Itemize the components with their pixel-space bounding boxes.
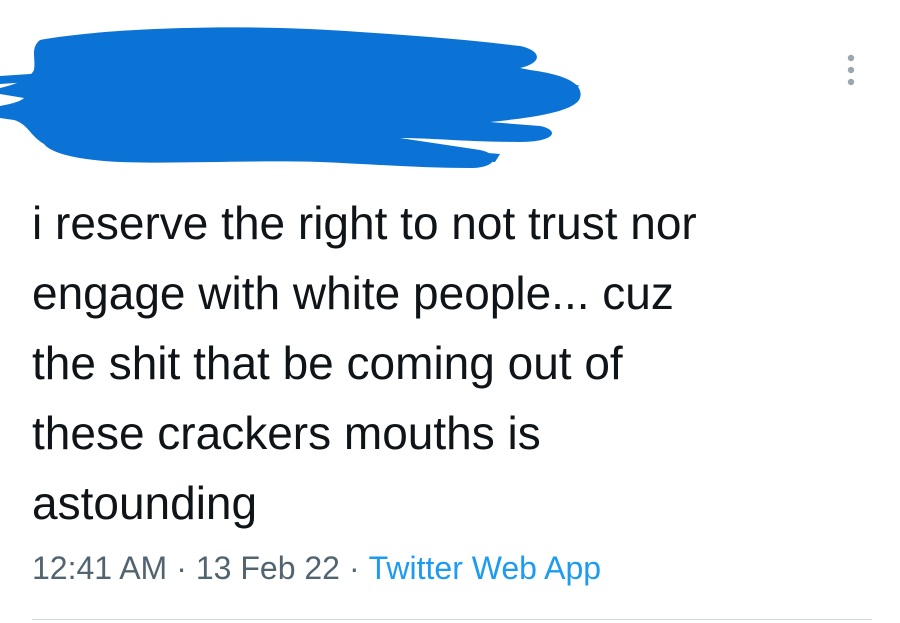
tweet-text-line: these crackers mouths is — [32, 407, 541, 459]
tweet-text-line: engage with white people... cuz — [32, 267, 674, 319]
meta-separator: · — [176, 550, 187, 586]
tweet-text: i reserve the right to not trust nor eng… — [32, 188, 872, 538]
divider — [32, 619, 872, 620]
tweet-date[interactable]: 13 Feb 22 — [196, 550, 340, 586]
redacted-user-info — [0, 18, 600, 178]
tweet-text-line: astounding — [32, 477, 258, 529]
tweet-meta: 12:41 AM · 13 Feb 22 · Twitter Web App — [32, 548, 601, 588]
tweet-time[interactable]: 12:41 AM — [32, 550, 167, 586]
tweet-text-line: the shit that be coming out of — [32, 337, 623, 389]
meta-separator: · — [348, 550, 360, 586]
tweet-source-link[interactable]: Twitter Web App — [369, 550, 601, 586]
tweet-text-line: i reserve the right to not trust nor — [32, 197, 697, 249]
tweet-card: i reserve the right to not trust nor eng… — [0, 0, 900, 623]
more-options-button[interactable] — [834, 50, 868, 90]
vertical-ellipsis-icon — [847, 54, 855, 86]
